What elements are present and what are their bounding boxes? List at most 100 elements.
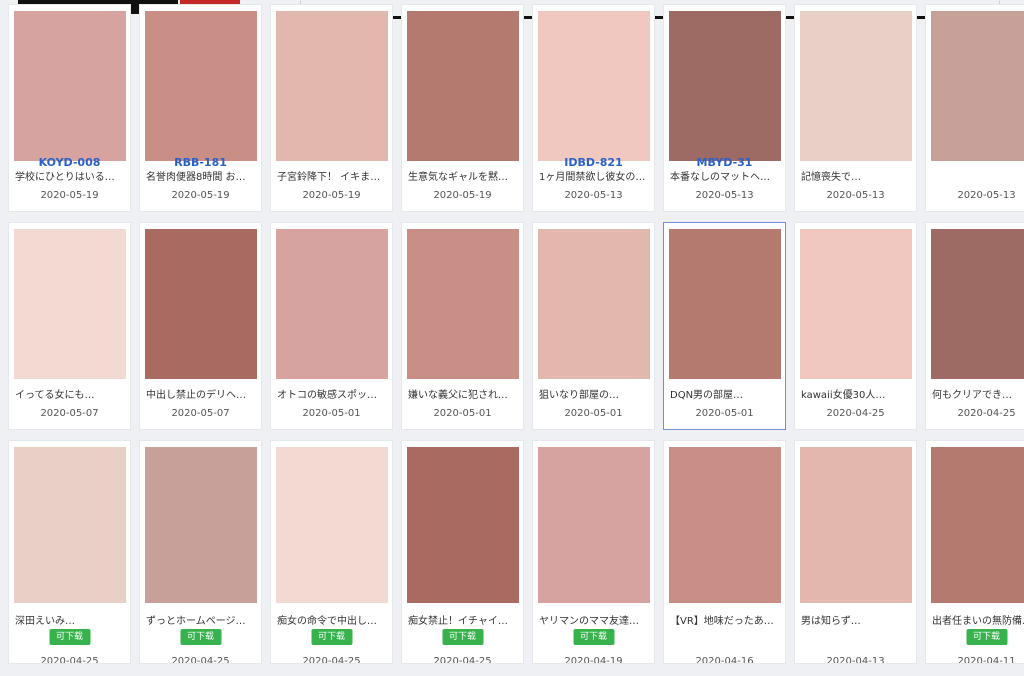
video-thumbnail[interactable]	[537, 229, 650, 379]
video-card[interactable]: 嫌いな義父に犯されても… 2020-05-01	[401, 222, 524, 430]
video-date: 2020-04-25	[40, 656, 99, 664]
video-thumbnail[interactable]	[406, 447, 519, 603]
video-code	[271, 593, 392, 605]
video-thumbnail[interactable]	[668, 229, 781, 379]
video-card[interactable]: RBB-181 名誉肉便器8時間 お前… 2020-05-19	[139, 4, 262, 212]
video-title[interactable]: 学校にひとりはいる童…	[15, 171, 124, 185]
video-thumbnail[interactable]	[930, 229, 1024, 379]
video-thumbnail[interactable]	[144, 11, 257, 161]
downloadable-badge[interactable]: 可下载	[441, 629, 484, 645]
video-card[interactable]: KOYD-008 学校にひとりはいる童… 2020-05-19	[8, 4, 131, 212]
video-card[interactable]: オトコの敏感スポット… 2020-05-01	[270, 222, 393, 430]
video-title[interactable]: 生意気なギャルを黙ら…	[408, 171, 517, 185]
video-thumbnail[interactable]	[13, 229, 126, 379]
video-thumbnail[interactable]	[13, 11, 126, 161]
video-thumbnail[interactable]	[275, 229, 388, 379]
video-thumbnail[interactable]	[930, 447, 1024, 603]
video-thumbnail[interactable]	[406, 229, 519, 379]
video-code	[926, 375, 1024, 387]
video-code	[271, 375, 392, 387]
video-card[interactable]: 生意気なギャルを黙ら… 2020-05-19	[401, 4, 524, 212]
video-title[interactable]: 1ヶ月間禁欲し彼女のい…	[539, 171, 648, 185]
video-title[interactable]: 狙いなり部屋の…	[539, 389, 648, 403]
video-title[interactable]	[932, 171, 1024, 185]
video-title[interactable]: 痴女禁止！イチャイチ…	[408, 615, 517, 629]
video-card[interactable]: 出者任まいの無防備な…可下载 2020-04-11	[925, 440, 1024, 664]
video-code	[533, 375, 654, 387]
video-thumbnail[interactable]	[537, 447, 650, 603]
video-card[interactable]: 男は知らず… 2020-04-13	[794, 440, 917, 664]
video-card[interactable]: 何もクリアでき… 2020-04-25	[925, 222, 1024, 430]
video-date: 2020-04-11	[957, 656, 1016, 664]
video-date: 2020-04-25	[826, 408, 885, 419]
video-title[interactable]: 記憶喪失で…	[801, 171, 910, 185]
video-grid: KOYD-008 学校にひとりはいる童… 2020-05-19 RBB-181 名誉肉便…	[8, 4, 1024, 664]
video-thumbnail[interactable]	[537, 11, 650, 161]
video-card[interactable]: IDBD-821 1ヶ月間禁欲し彼女のい… 2020-05-13	[532, 4, 655, 212]
video-thumbnail[interactable]	[668, 11, 781, 161]
video-date: 2020-04-25	[302, 656, 361, 664]
video-thumbnail[interactable]	[799, 229, 912, 379]
video-title[interactable]: ずっとホームページで…	[146, 615, 255, 629]
video-card[interactable]: イってる女にも… 2020-05-07	[8, 222, 131, 430]
video-card[interactable]: kawaii女優30人… 2020-04-25	[794, 222, 917, 430]
downloadable-badge[interactable]: 可下载	[179, 629, 222, 645]
video-code	[664, 593, 785, 605]
video-card[interactable]: 狙いなり部屋の… 2020-05-01	[532, 222, 655, 430]
video-card[interactable]: ずっとホームページで… 可下载 2020-04-25	[139, 440, 262, 664]
video-thumbnail[interactable]	[799, 11, 912, 161]
video-card[interactable]: 記憶喪失で… 2020-05-13	[794, 4, 917, 212]
video-title[interactable]: 出者任まいの無防備な…	[932, 615, 1024, 629]
video-code: RBB-181	[174, 157, 227, 169]
video-title[interactable]: イってる女にも…	[15, 389, 124, 403]
video-code	[664, 375, 785, 387]
video-card[interactable]: 深田えいみ… 可下载 2020-04-25	[8, 440, 131, 664]
video-thumbnail[interactable]	[275, 447, 388, 603]
video-code	[9, 375, 130, 387]
video-card[interactable]: ヤリマンのママ友達も… 可下载 2020-04-19	[532, 440, 655, 664]
video-title[interactable]: 痴女の命令で中出しす…	[277, 615, 386, 629]
video-thumbnail[interactable]	[668, 447, 781, 603]
downloadable-badge[interactable]: 可下载	[310, 629, 353, 645]
video-title[interactable]: 名誉肉便器8時間 お前…	[146, 171, 255, 185]
video-thumbnail[interactable]	[144, 447, 257, 603]
downloadable-badge[interactable]: 可下载	[572, 629, 615, 645]
video-thumbnail[interactable]	[930, 11, 1024, 161]
video-title[interactable]: オトコの敏感スポット…	[277, 389, 386, 403]
video-title[interactable]: 深田えいみ…	[15, 615, 124, 629]
video-card[interactable]: 子宮鈴降下！ イキまく… 2020-05-19	[270, 4, 393, 212]
video-card[interactable]: 【VR】地味だったあの… 2020-04-16	[663, 440, 786, 664]
video-thumbnail[interactable]	[799, 447, 912, 603]
video-title[interactable]: DQN男の部屋…	[670, 389, 779, 403]
video-code: MBYD-31	[696, 157, 753, 169]
downloadable-badge[interactable]: 可下载	[48, 629, 91, 645]
video-code	[533, 593, 654, 605]
video-title[interactable]: 本番なしのマットヘル…	[670, 171, 779, 185]
video-thumbnail[interactable]	[275, 11, 388, 161]
video-card[interactable]: 痴女禁止！イチャイチ… 可下载 2020-04-25	[401, 440, 524, 664]
video-card[interactable]: 2020-05-13	[925, 4, 1024, 212]
video-title[interactable]: ヤリマンのママ友達も…	[539, 615, 648, 629]
video-title[interactable]: 【VR】地味だったあの…	[670, 615, 779, 629]
video-title[interactable]: 何もクリアでき…	[932, 389, 1024, 403]
video-title[interactable]: kawaii女優30人…	[801, 389, 910, 403]
video-date: 2020-05-01	[564, 408, 623, 419]
video-card[interactable]: 中出し禁止のデリヘルで… 2020-05-07	[139, 222, 262, 430]
video-code: KOYD-008	[38, 157, 101, 169]
video-date: 2020-05-07	[171, 408, 230, 419]
video-date: 2020-05-01	[433, 408, 492, 419]
downloadable-badge[interactable]: 可下载	[965, 629, 1008, 645]
video-title[interactable]: 男は知らず…	[801, 615, 910, 629]
video-title[interactable]: 子宮鈴降下！ イキまく…	[277, 171, 386, 185]
video-card[interactable]: DQN男の部屋… 2020-05-01	[663, 222, 786, 430]
video-thumbnail[interactable]	[144, 229, 257, 379]
video-title[interactable]: 中出し禁止のデリヘルで…	[146, 389, 255, 403]
video-title[interactable]: 嫌いな義父に犯されても…	[408, 389, 517, 403]
video-card[interactable]: 痴女の命令で中出しす… 可下载 2020-04-25	[270, 440, 393, 664]
video-date: 2020-04-25	[433, 656, 492, 664]
video-date: 2020-05-19	[302, 190, 361, 201]
video-date: 2020-04-25	[171, 656, 230, 664]
video-thumbnail[interactable]	[406, 11, 519, 161]
video-thumbnail[interactable]	[13, 447, 126, 603]
video-card[interactable]: MBYD-31 本番なしのマットヘル… 2020-05-13	[663, 4, 786, 212]
